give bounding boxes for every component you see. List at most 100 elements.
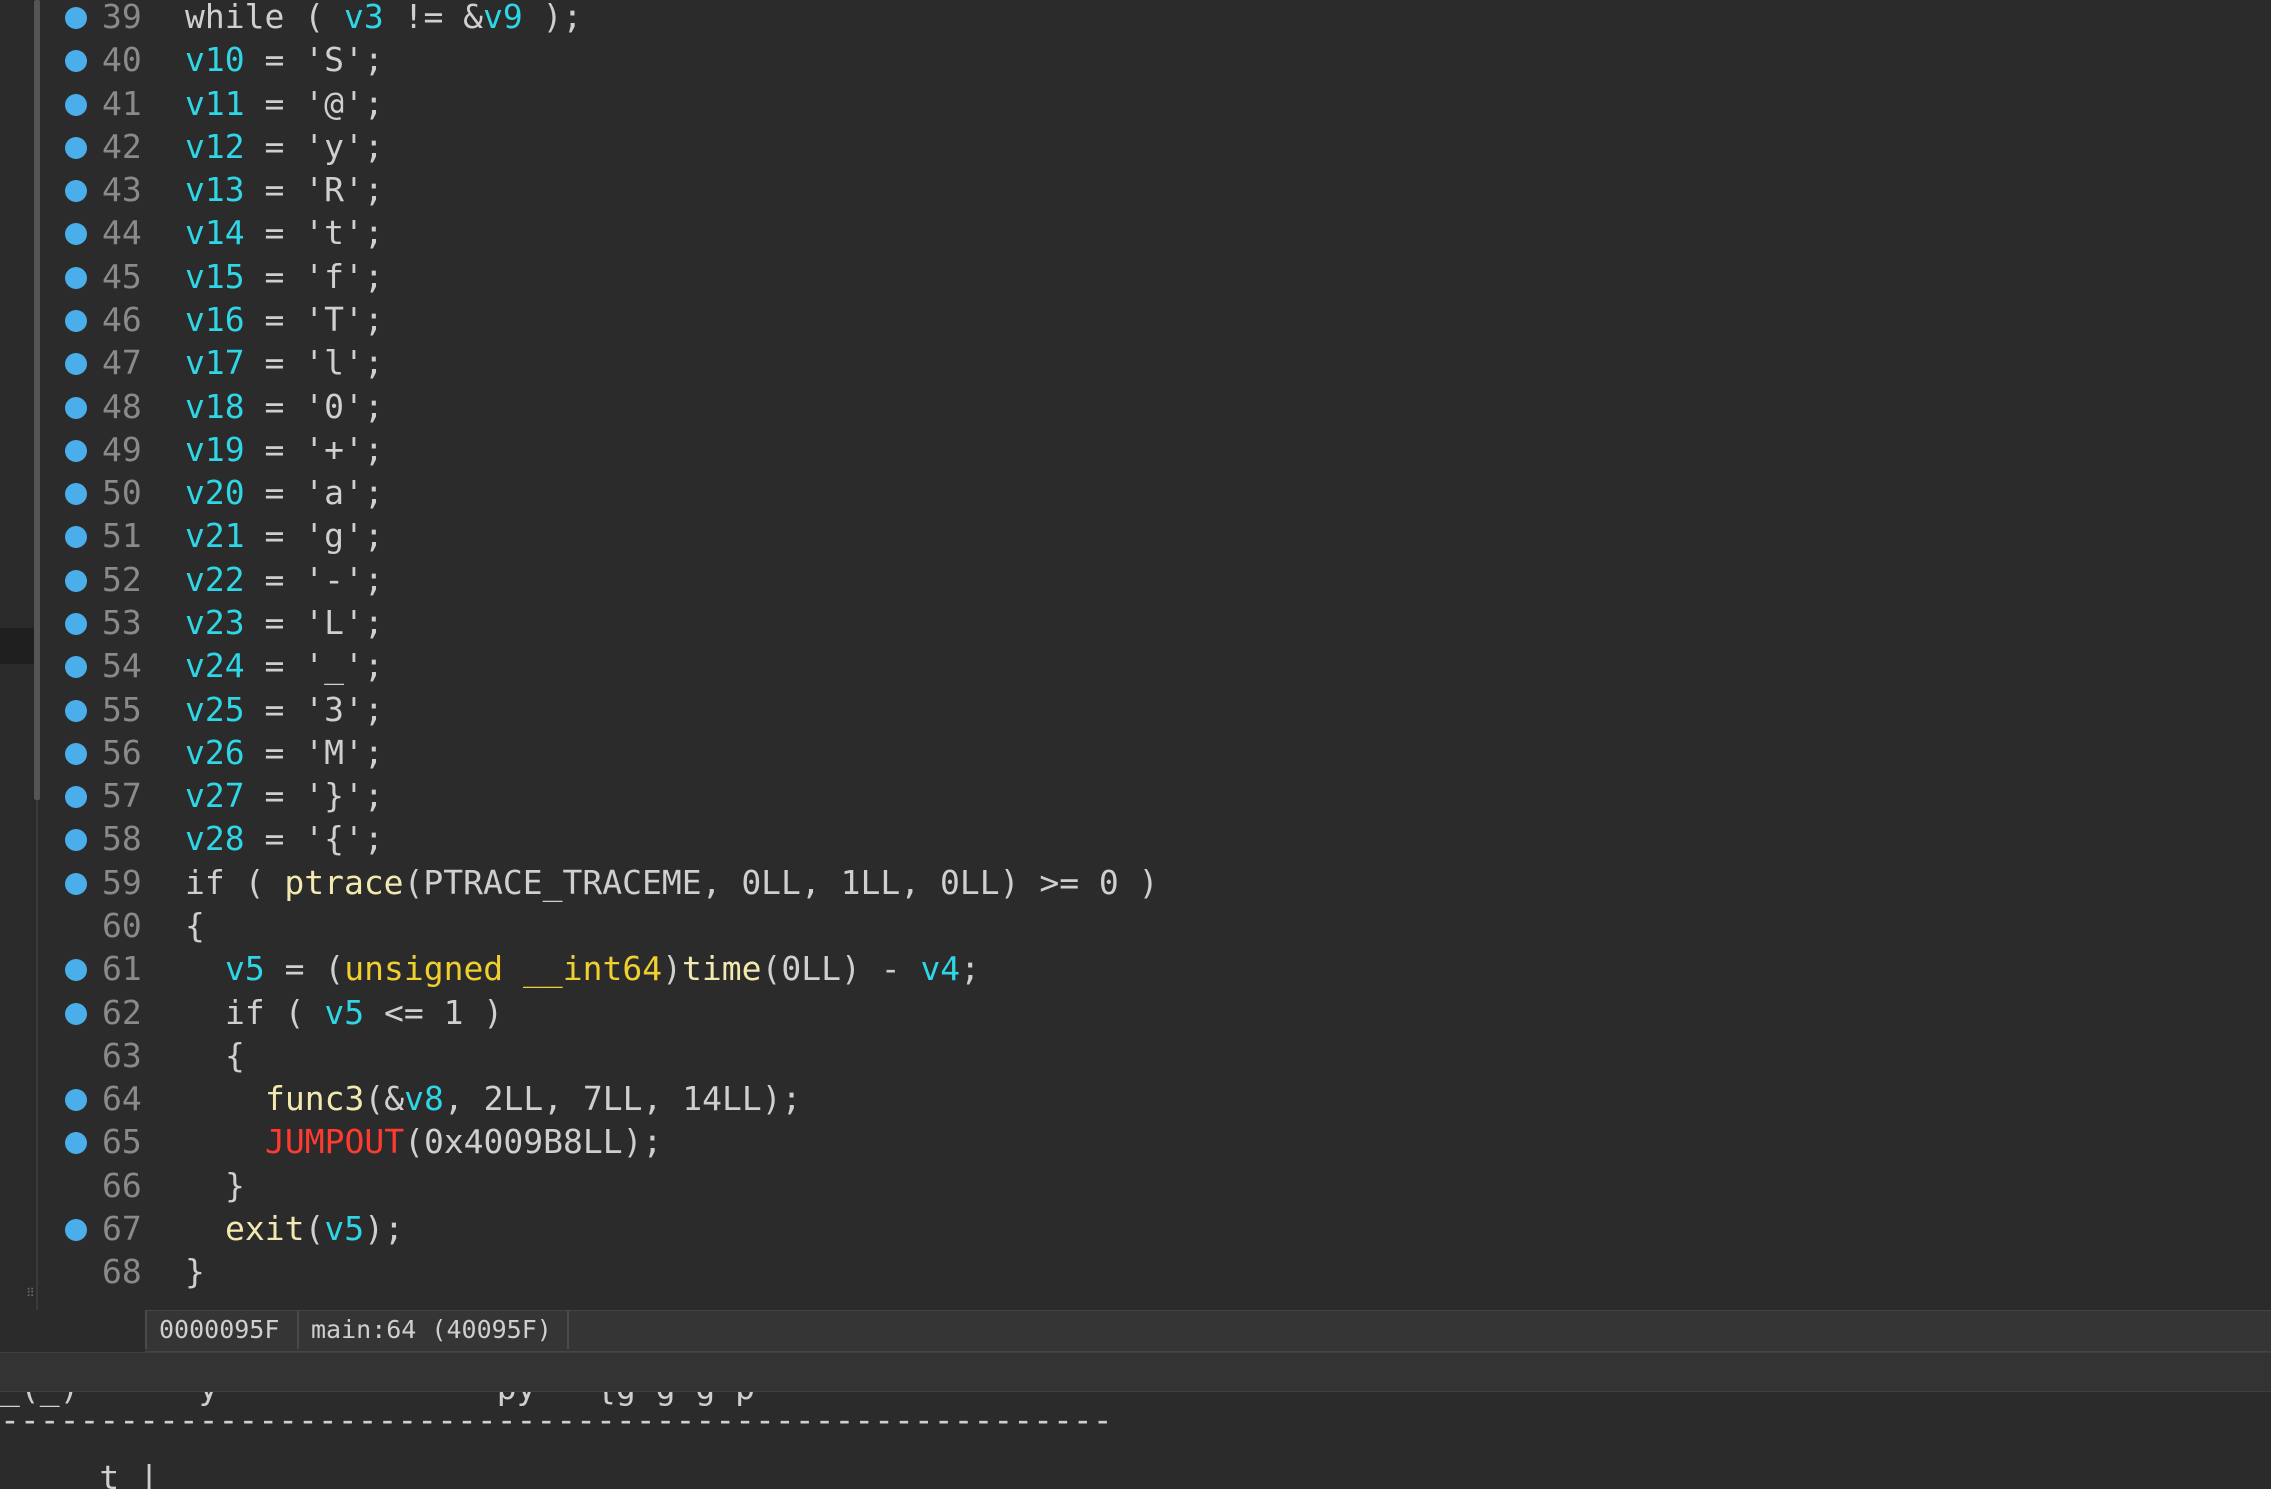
status-address: 0000095F (145, 1311, 291, 1349)
code-text[interactable]: func3(&v8, 2LL, 7LL, 14LL); (265, 1077, 801, 1120)
code-token: = '}'; (244, 776, 384, 816)
code-line[interactable]: 50 v20 = 'a'; (40, 471, 2271, 514)
code-text[interactable]: v5 = (unsigned __int64)time(0LL) - v4; (225, 947, 980, 990)
code-line[interactable]: 40 v10 = 'S'; (40, 38, 2271, 81)
code-line[interactable]: 47 v17 = 'l'; (40, 341, 2271, 384)
code-line[interactable]: 54 v24 = '_'; (40, 644, 2271, 687)
breakpoint-dot-icon[interactable] (65, 483, 87, 506)
code-line[interactable]: 41 v11 = '@'; (40, 82, 2271, 125)
code-line[interactable]: 52 v22 = '-'; (40, 558, 2271, 601)
code-text[interactable]: v15 = 'f'; (185, 255, 384, 298)
code-line[interactable]: 39 while ( v3 != &v9 ); (40, 0, 2271, 38)
code-line[interactable]: 58 v28 = '{'; (40, 817, 2271, 860)
variable-token: v13 (185, 170, 245, 210)
breakpoint-dot-icon[interactable] (65, 310, 87, 332)
variable-token: v17 (185, 343, 245, 383)
breakpoint-dot-icon[interactable] (65, 7, 87, 29)
breakpoint-dot-icon[interactable] (65, 613, 87, 635)
code-text[interactable]: { (185, 904, 205, 947)
code-text[interactable]: v18 = '0'; (185, 385, 384, 428)
code-line[interactable]: 65 JUMPOUT(0x4009B8LL); (40, 1120, 2271, 1163)
breakpoint-dot-icon[interactable] (65, 656, 87, 679)
breakpoint-dot-icon[interactable] (65, 829, 87, 852)
code-line[interactable]: 44 v14 = 't'; (40, 211, 2271, 254)
breakpoint-dot-icon[interactable] (65, 50, 87, 73)
breakpoint-dot-icon[interactable] (65, 93, 87, 116)
panel-divider[interactable] (0, 1352, 2271, 1392)
code-line[interactable]: 61 v5 = (unsigned __int64)time(0LL) - v4; (40, 947, 2271, 990)
code-text[interactable]: v21 = 'g'; (185, 514, 384, 557)
breakpoint-dot-icon[interactable] (65, 526, 87, 549)
code-token: while ( (185, 0, 344, 36)
code-text[interactable]: { (225, 1034, 245, 1077)
code-text[interactable]: if ( v5 <= 1 ) (225, 991, 503, 1034)
breakpoint-dot-icon[interactable] (65, 742, 87, 765)
resize-grip-icon[interactable]: ⠿ (26, 1286, 35, 1300)
code-line[interactable]: 68} (40, 1250, 2271, 1293)
breakpoint-dot-icon[interactable] (65, 699, 87, 722)
breakpoint-dot-icon[interactable] (65, 569, 87, 592)
code-line[interactable]: 49 v19 = '+'; (40, 428, 2271, 471)
code-line[interactable]: 64 func3(&v8, 2LL, 7LL, 14LL); (40, 1077, 2271, 1120)
breakpoint-dot-icon[interactable] (65, 1002, 87, 1025)
code-line[interactable]: 42 v12 = 'y'; (40, 125, 2271, 168)
code-text[interactable]: v16 = 'T'; (185, 298, 384, 341)
breakpoint-dot-icon[interactable] (65, 136, 87, 159)
code-text[interactable]: v13 = 'R'; (185, 168, 384, 211)
code-text[interactable]: v10 = 'S'; (185, 38, 384, 81)
code-line[interactable]: 51 v21 = 'g'; (40, 514, 2271, 557)
code-text[interactable]: v28 = '{'; (185, 817, 384, 860)
code-text[interactable]: v11 = '@'; (185, 82, 384, 125)
breakpoint-dot-icon[interactable] (65, 959, 87, 982)
code-text[interactable]: v12 = 'y'; (185, 125, 384, 168)
breakpoint-dot-icon[interactable] (65, 439, 87, 462)
breakpoint-dot-icon[interactable] (65, 1219, 87, 1241)
line-number: 52 (102, 559, 142, 599)
breakpoint-dot-icon[interactable] (65, 1132, 87, 1155)
code-text[interactable]: JUMPOUT(0x4009B8LL); (265, 1120, 662, 1163)
code-token: = 't'; (244, 213, 384, 253)
code-text[interactable]: v26 = 'M'; (185, 731, 384, 774)
breakpoint-dot-icon[interactable] (65, 353, 87, 376)
code-line[interactable]: 62 if ( v5 <= 1 ) (40, 991, 2271, 1034)
breakpoint-dot-icon[interactable] (65, 266, 87, 289)
code-line[interactable]: 45 v15 = 'f'; (40, 255, 2271, 298)
code-text[interactable]: while ( v3 != &v9 ); (185, 0, 582, 38)
code-line[interactable]: 59 if ( ptrace(PTRACE_TRACEME, 0LL, 1LL, … (40, 861, 2271, 904)
code-text[interactable]: v24 = '_'; (185, 644, 384, 687)
code-line[interactable]: 48 v18 = '0'; (40, 385, 2271, 428)
code-text[interactable]: v25 = '3'; (185, 688, 384, 731)
breakpoint-dot-icon[interactable] (65, 396, 87, 419)
code-line[interactable]: 67 exit(v5); (40, 1207, 2271, 1250)
code-text[interactable]: v27 = '}'; (185, 774, 384, 817)
code-line[interactable]: 43 v13 = 'R'; (40, 168, 2271, 211)
code-line[interactable]: 56 v26 = 'M'; (40, 731, 2271, 774)
code-line[interactable]: 60 { (40, 904, 2271, 947)
code-text[interactable]: v20 = 'a'; (185, 471, 384, 514)
breakpoint-dot-icon[interactable] (65, 872, 87, 895)
code-line[interactable]: 57 v27 = '}'; (40, 774, 2271, 817)
code-text[interactable]: } (185, 1250, 205, 1293)
breakpoint-dot-icon[interactable] (65, 180, 87, 203)
code-line[interactable]: 46 v16 = 'T'; (40, 298, 2271, 341)
code-line[interactable]: 53 v23 = 'L'; (40, 601, 2271, 644)
code-token: = 'l'; (244, 343, 384, 383)
breakpoint-dot-icon[interactable] (65, 223, 87, 246)
code-line[interactable]: 55 v25 = '3'; (40, 688, 2271, 731)
code-line[interactable]: 63 { (40, 1034, 2271, 1077)
breakpoint-dot-icon[interactable] (65, 1089, 87, 1112)
code-text[interactable]: v14 = 't'; (185, 211, 384, 254)
code-line[interactable]: 66} (40, 1164, 2271, 1207)
breakpoint-dot-icon[interactable] (65, 786, 87, 809)
code-text[interactable]: v17 = 'l'; (185, 341, 384, 384)
code-text[interactable]: v19 = '+'; (185, 428, 384, 471)
output-window[interactable]: _(_) y py {g g g p ---------------------… (0, 1392, 2271, 1489)
code-text[interactable]: v23 = 'L'; (185, 601, 384, 644)
pseudocode-view[interactable]: 39 while ( v3 != &v9 ); 40 v10 = 'S'; 41 v11 … (40, 0, 2271, 1310)
code-text[interactable]: v22 = '-'; (185, 558, 384, 601)
line-number: 64 (102, 1079, 142, 1119)
code-token: = ( (264, 949, 345, 989)
code-text[interactable]: } (225, 1164, 245, 1207)
code-text[interactable]: if ( ptrace(PTRACE_TRACEME, 0LL, 1LL, 0L… (185, 861, 1159, 904)
code-text[interactable]: exit(v5); (225, 1207, 404, 1250)
